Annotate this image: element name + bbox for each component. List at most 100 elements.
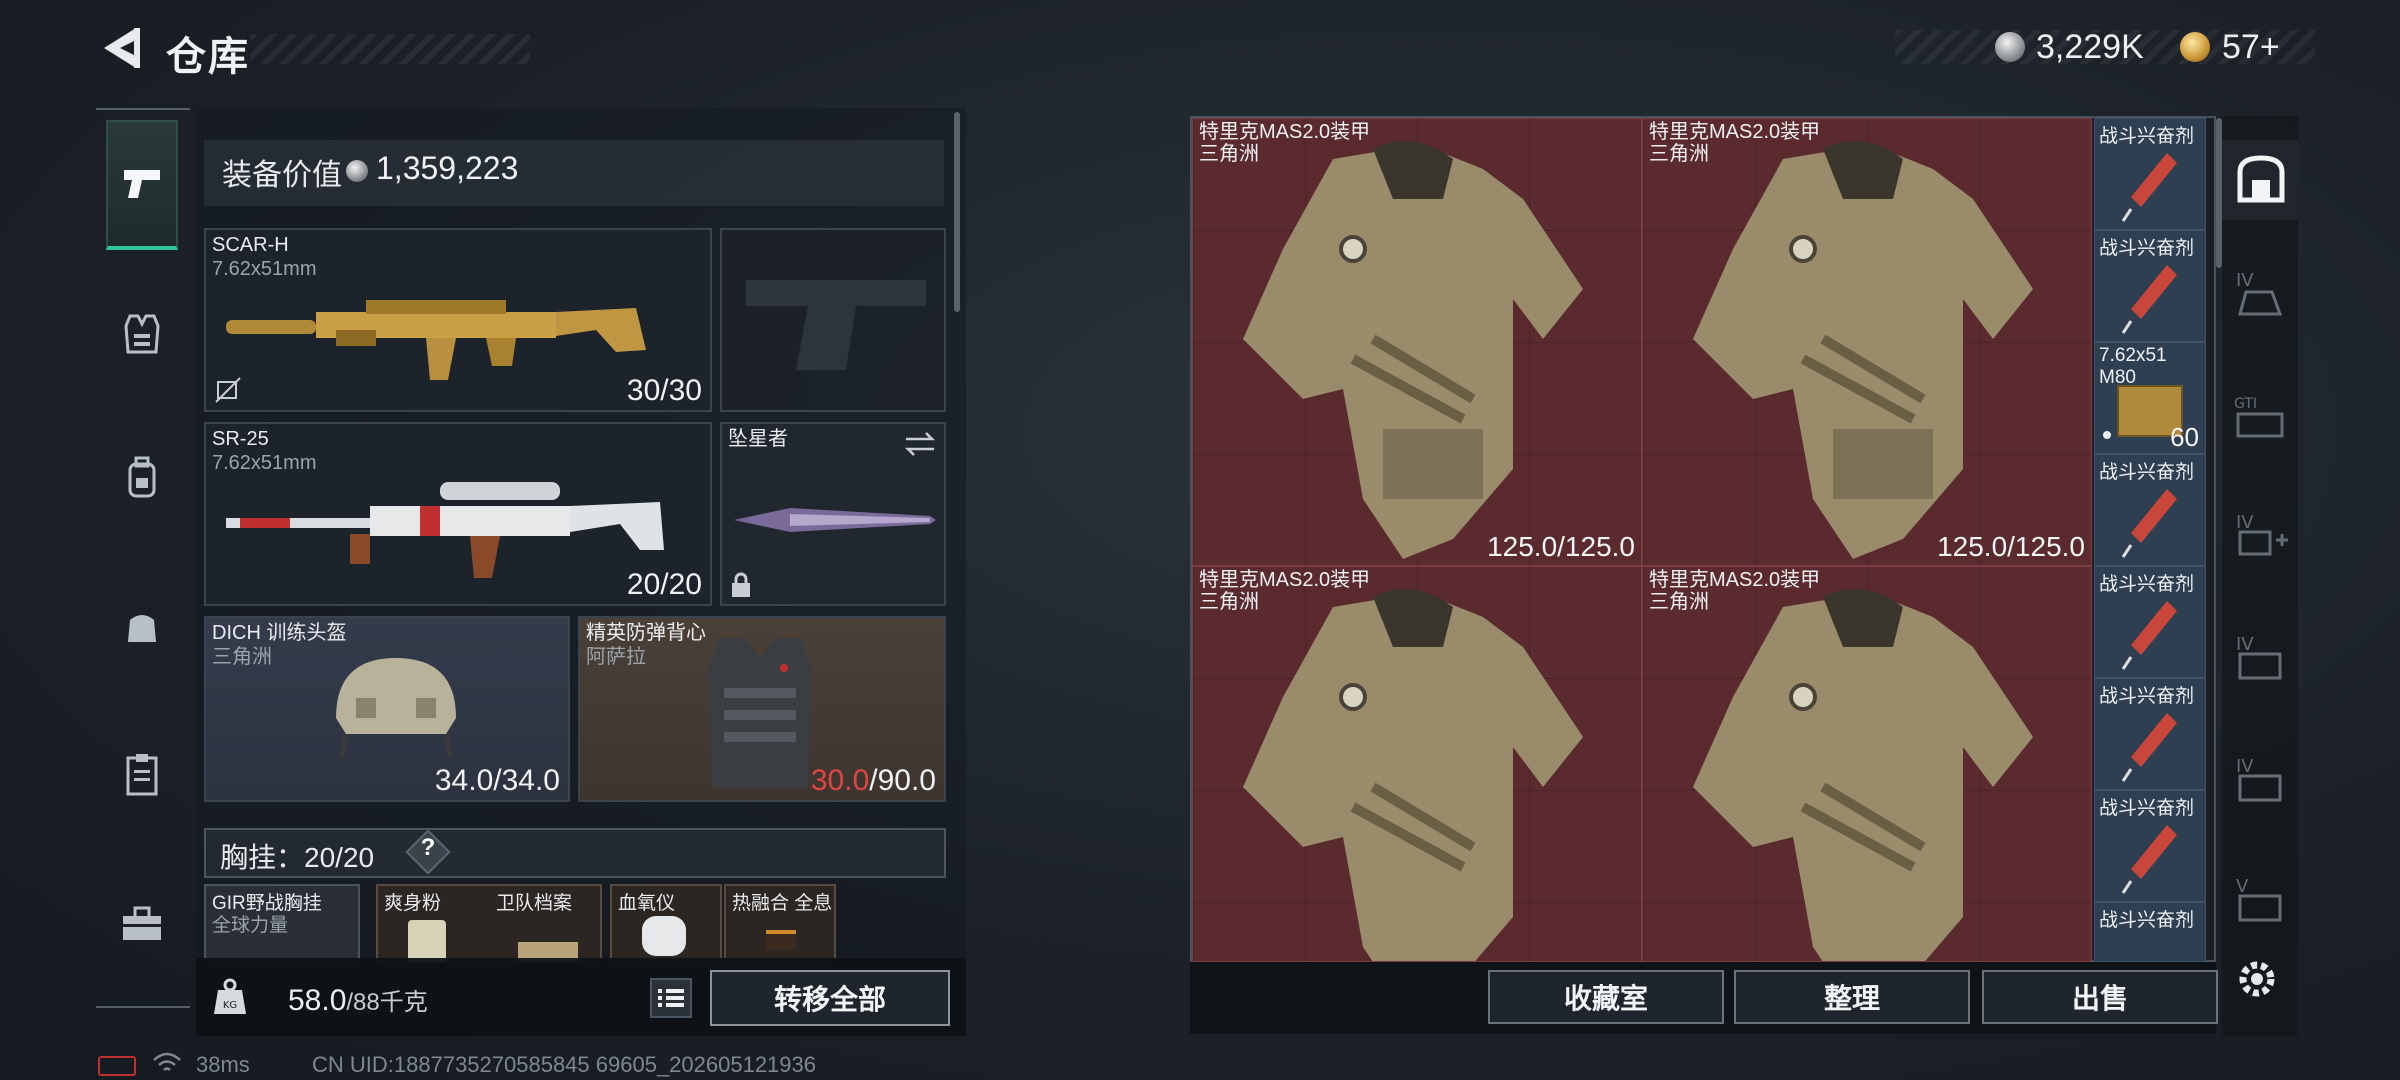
- stash-armor-item[interactable]: 特里克MAS2.0装甲 三角洲: [1192, 566, 1642, 962]
- vest-slot[interactable]: 精英防弹背心 阿萨拉 30.0/90.0: [578, 616, 946, 802]
- primary-weapon-slot[interactable]: SCAR-H 7.62x51mm 30/30: [204, 228, 712, 412]
- backpack-icon: [128, 456, 156, 498]
- help-label: ?: [420, 834, 436, 861]
- sight-image: [766, 930, 796, 950]
- svg-text:V: V: [2236, 876, 2249, 897]
- melee-slot[interactable]: 坠星者: [720, 422, 946, 606]
- chest-item-group[interactable]: 爽身粉 卫队档案: [376, 884, 602, 964]
- stash-tab-medical[interactable]: IV: [2232, 504, 2292, 564]
- nav-divider-bottom: [96, 1006, 190, 1008]
- item-name: 战斗兴奋剂: [2099, 798, 2195, 819]
- helmet-slot[interactable]: DICH 训练头盔 三角洲 34.0/34.0: [204, 616, 570, 802]
- blade-image: [734, 508, 936, 532]
- nav-backpack[interactable]: [106, 442, 178, 514]
- equipment-scrollbar[interactable]: [954, 112, 960, 312]
- chest-item-gir[interactable]: GIR野战胸挂 全球力量: [204, 884, 360, 964]
- no-mod-icon: [215, 377, 241, 403]
- chest-item-name: 爽身粉: [384, 893, 442, 914]
- currency-silver: 3,229K: [2036, 28, 2144, 66]
- back-button[interactable]: [96, 22, 144, 74]
- stash-tab-5[interactable]: V: [2232, 868, 2292, 928]
- chest-item-name: 卫队档案: [496, 893, 573, 914]
- rifle-image: [226, 482, 664, 578]
- vest-durability: 30.0/90.0: [811, 764, 936, 798]
- nav-clipboard[interactable]: [106, 738, 178, 810]
- stash-stim-item[interactable]: 战斗兴奋剂: [2094, 566, 2206, 678]
- sell-button[interactable]: 出售: [1982, 970, 2218, 1024]
- wifi-icon: [153, 1052, 181, 1071]
- storage-tab-icon: IV: [2236, 512, 2288, 556]
- svg-text:KG: KG: [223, 1000, 237, 1011]
- stash-armor-item[interactable]: 特里克MAS2.0装甲 三角洲: [1642, 566, 2092, 962]
- swap-icon[interactable]: [904, 430, 936, 458]
- nav-bag[interactable]: [106, 590, 178, 662]
- storage-tab-icon: IV: [2236, 756, 2282, 802]
- stash-stim-item[interactable]: 战斗兴奋剂: [2094, 902, 2206, 962]
- stash-tab-files[interactable]: IV: [2232, 626, 2292, 686]
- storage-tab-icon: V: [2236, 876, 2282, 922]
- stash-armor-item[interactable]: 特里克MAS2.0装甲 三角洲 125.0/125.0: [1642, 118, 2092, 566]
- stash-stim-item[interactable]: 战斗兴奋剂: [2094, 118, 2206, 230]
- item-name: 战斗兴奋剂: [2099, 686, 2195, 707]
- title-decoration: [250, 34, 530, 64]
- list-icon: [658, 989, 684, 1007]
- chest-rig-capacity: 20/20: [304, 842, 375, 873]
- stash-stim-item[interactable]: 战斗兴奋剂: [2094, 230, 2206, 342]
- gold-coin-icon: [2180, 32, 2210, 62]
- chest-item-sight[interactable]: 热融合 全息: [724, 884, 836, 964]
- chest-rig-label: 胸挂：20/20: [220, 836, 374, 876]
- weapon-name: SR-25: [212, 428, 269, 450]
- chest-item-oximeter[interactable]: 血氧仪: [610, 884, 722, 964]
- stash-tab-4[interactable]: IV: [2232, 262, 2292, 322]
- vest-durability-max: /90.0: [869, 764, 936, 797]
- transfer-all-button[interactable]: 转移全部: [710, 970, 950, 1026]
- collection-room-button[interactable]: 收藏室: [1488, 970, 1724, 1024]
- stash-tab-docs[interactable]: IV: [2232, 748, 2292, 808]
- list-view-button[interactable]: [650, 978, 692, 1018]
- pistol-placeholder-icon: [746, 280, 926, 370]
- syringe-icon: [2121, 265, 2177, 334]
- nav-armor[interactable]: [106, 298, 178, 370]
- weapon-ammo: 20/20: [626, 568, 702, 601]
- nav-toolbox[interactable]: [106, 888, 178, 960]
- stash-ammo-item[interactable]: 7.62x51 M80 60: [2094, 342, 2206, 454]
- stash-stim-item[interactable]: 战斗兴奋剂: [2094, 454, 2206, 566]
- storage-tab-icon: GTI: [2234, 396, 2284, 438]
- toolbox-icon: [123, 906, 161, 940]
- helmet-faction: 三角洲: [212, 646, 272, 668]
- clipboard-icon: [126, 754, 158, 796]
- armor-image: [1693, 589, 2033, 961]
- lock-icon: [732, 572, 750, 597]
- equipment-value-amount: 1,359,223: [376, 150, 519, 186]
- stash-stim-item[interactable]: 战斗兴奋剂: [2094, 790, 2206, 902]
- nav-weapons[interactable]: [106, 120, 178, 250]
- currency-gold[interactable]: 57+: [2222, 28, 2280, 67]
- pistol-slot[interactable]: [720, 228, 946, 412]
- stash-tab-gti[interactable]: GTI: [2232, 386, 2292, 446]
- settings-icon: [2239, 961, 2275, 997]
- settings-button[interactable]: [2232, 954, 2292, 1014]
- syringe-icon: [2121, 601, 2177, 670]
- storage-tab-icon: IV: [2236, 634, 2282, 680]
- melee-name: 坠星者: [728, 428, 788, 450]
- vest-icon: [124, 314, 160, 354]
- pistol-icon: [124, 170, 160, 198]
- vest-image: [708, 638, 812, 788]
- stash-tab-safe[interactable]: [2222, 140, 2298, 220]
- oximeter-image: [642, 916, 686, 956]
- stash-stim-item[interactable]: 战斗兴奋剂: [2094, 678, 2206, 790]
- storage-tab-icon: IV: [2236, 270, 2283, 316]
- secondary-weapon-slot[interactable]: SR-25 7.62x51mm 20/20: [204, 422, 712, 606]
- organize-button[interactable]: 整理: [1734, 970, 1970, 1024]
- armor-durability: 125.0/125.0: [1487, 531, 1635, 562]
- svg-text:IV: IV: [2236, 270, 2254, 291]
- stash-armor-item[interactable]: 特里克MAS2.0装甲 三角洲 125.0/125.0: [1192, 118, 1642, 566]
- silver-coin-icon: [1995, 32, 2025, 62]
- svg-text:IV: IV: [2236, 512, 2254, 533]
- safe-icon: [2237, 155, 2285, 203]
- ping-text: 38ms: [196, 1052, 250, 1077]
- ammo-dot-icon: [2103, 431, 2111, 439]
- armor-image: [1693, 141, 2033, 559]
- page-title: 仓库: [166, 35, 250, 79]
- weight-max: /88千克: [346, 989, 428, 1016]
